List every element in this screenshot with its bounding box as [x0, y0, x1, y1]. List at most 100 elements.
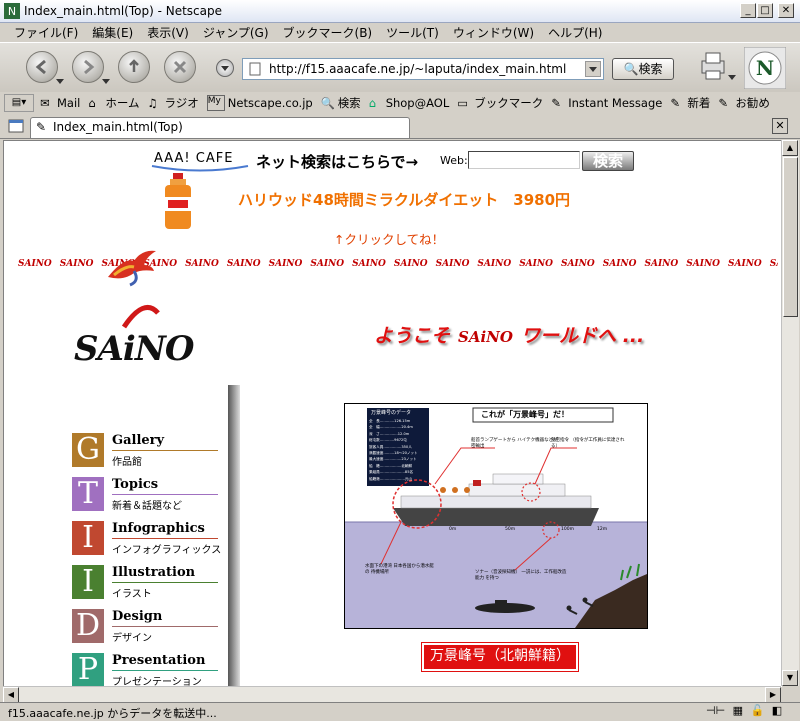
- nav-en-label: Infographics: [112, 521, 205, 536]
- pt-instant-message[interactable]: ✎ Instant Message: [551, 96, 662, 110]
- link-icon: ✎: [551, 96, 561, 110]
- web-label: Web:: [440, 154, 468, 167]
- menu-edit[interactable]: 編集(E): [92, 24, 133, 41]
- reload-icon: [129, 59, 139, 72]
- web-search-input[interactable]: [468, 151, 580, 169]
- stop-button[interactable]: [164, 51, 196, 83]
- saino-banner-word: SAINO: [477, 259, 512, 269]
- pt-netscape[interactable]: My Netscape.co.jp: [206, 95, 313, 111]
- menu-go[interactable]: ジャンプ(G): [203, 24, 269, 41]
- network-icon[interactable]: ▦: [733, 704, 743, 717]
- new-tab-icon[interactable]: [8, 118, 24, 134]
- menu-view[interactable]: 表示(V): [147, 24, 189, 41]
- sidebar-item-design[interactable]: D Design デザイン: [72, 609, 222, 645]
- sidebar-shadow: [228, 385, 240, 687]
- menu-help[interactable]: ヘルプ(H): [548, 24, 602, 41]
- menu-bar: ファイル(F) 編集(E) 表示(V) ジャンプ(G) ブックマーク(B) ツー…: [0, 22, 800, 42]
- pt-shop[interactable]: ⌂ Shop@AOL: [369, 96, 450, 110]
- pt-home[interactable]: ⌂ ホーム: [88, 95, 139, 111]
- menu-file[interactable]: ファイル(F): [14, 24, 78, 41]
- page-content: AAA! CAFE ネット検索はこちらで→ Web: 検索 ハリウッド48時間ミ…: [3, 140, 782, 687]
- menu-tools[interactable]: ツール(T): [386, 24, 439, 41]
- tab-bar: ✎ Index_main.html(Top) ✕: [0, 114, 800, 139]
- saino-logo-text: SAiNO: [74, 329, 195, 369]
- presentation-letter-icon: P: [72, 653, 104, 687]
- security-lock-icon[interactable]: 🔓: [751, 704, 765, 717]
- sidebar-item-infographics[interactable]: I Infographics インフォグラフィックス: [72, 521, 222, 557]
- scroll-down-button[interactable]: ▼: [782, 670, 798, 686]
- saino-banner-word: SAINO: [519, 259, 553, 269]
- menu-window[interactable]: ウィンドウ(W): [453, 24, 534, 41]
- ship-caption-link[interactable]: 万景峰号（北朝鮮籍）: [421, 642, 579, 672]
- web-search-button[interactable]: 検索: [582, 151, 634, 171]
- print-icon[interactable]: [696, 49, 730, 83]
- nav-en-label: Design: [112, 609, 163, 624]
- pt-bookmarks[interactable]: ▭ ブックマーク: [457, 95, 543, 111]
- forward-button[interactable]: [72, 51, 104, 83]
- ship-infographic[interactable]: これが「万景峰号」だ！ 万景峰号のデータ 全 長…………126.15m 全 幅………: [344, 403, 648, 629]
- maximize-button[interactable]: □: [757, 3, 773, 18]
- saino-banner-word: SAINO: [435, 259, 470, 269]
- toolbar-search-button[interactable]: 🔍検索: [612, 58, 674, 80]
- url-bar[interactable]: http://f15.aaacafe.ne.jp/~laputa/index_m…: [242, 58, 604, 80]
- print-dropdown-icon[interactable]: [728, 75, 736, 80]
- status-text: f15.aaacafe.ne.jp からデータを転送中...: [8, 707, 217, 720]
- infographic-callout-2: 秘密指令 （指令が工作員に伝達される）: [551, 438, 625, 449]
- url-text[interactable]: http://f15.aaacafe.ne.jp/~laputa/index_m…: [269, 62, 566, 76]
- scroll-up-button[interactable]: ▲: [782, 140, 798, 156]
- pt-recommend[interactable]: ✎ お勧め: [718, 95, 770, 111]
- sidebar-item-illustration[interactable]: I Illustration イラスト: [72, 565, 222, 601]
- vertical-scrollbar[interactable]: ▲ ▼: [781, 140, 799, 686]
- juice-bottle-image[interactable]: [160, 171, 196, 231]
- horizontal-scrollbar[interactable]: ◀ ▶: [3, 686, 781, 703]
- close-tab-icon[interactable]: ✕: [772, 118, 788, 134]
- forward-dropdown-icon[interactable]: [102, 79, 110, 84]
- bookmark-icon: ▭: [457, 96, 469, 110]
- nav-jp-label: デザイン: [112, 633, 152, 644]
- close-button[interactable]: ✕: [778, 3, 794, 18]
- infographic-callout-3: 水面下の港湾 日本各国から潜水艇の 待機場所: [365, 564, 434, 575]
- sidebar-item-presentation[interactable]: P Presentation プレゼンテーション: [72, 653, 222, 687]
- sidebar-item-topics[interactable]: T Topics 新着＆話題など: [72, 477, 222, 513]
- saino-banner-word: SAINO: [602, 259, 637, 269]
- saino-logo[interactable]: SAiNO: [74, 301, 204, 371]
- nav-jp-label: プレゼンテーション: [112, 677, 202, 687]
- pt-mail[interactable]: ✉ Mail: [40, 96, 80, 110]
- link-toolbar-icon[interactable]: ⊣⊢: [706, 704, 725, 717]
- page-proxy-icon[interactable]: [248, 62, 262, 76]
- welcome-pre: ようこそ: [374, 325, 451, 347]
- welcome-heading: ようこそ SAiNO ワールドへ ...: [374, 321, 644, 348]
- menu-bookmarks[interactable]: ブックマーク(B): [283, 24, 373, 41]
- pt-search[interactable]: 🔍 検索: [321, 95, 361, 111]
- minimize-button[interactable]: _: [740, 3, 756, 18]
- browser-window: N Index_main.html(Top) - Netscape _ □ ✕ …: [0, 0, 800, 721]
- magnifier-icon: 🔍: [623, 62, 639, 76]
- vertical-scroll-thumb[interactable]: [783, 157, 798, 317]
- svg-text:N: N: [8, 5, 16, 18]
- url-dropdown-button[interactable]: [585, 61, 601, 77]
- nav-rule: [112, 450, 218, 451]
- status-bar: f15.aaacafe.ne.jp からデータを転送中... ⊣⊢ ▦ 🔓 ◧: [0, 702, 800, 721]
- netscape-throbber-icon[interactable]: N: [744, 47, 786, 89]
- pt-radio[interactable]: ♫ ラジオ: [148, 95, 199, 111]
- back-button[interactable]: [26, 51, 58, 83]
- sidebar-toggle-icon[interactable]: ◧: [772, 704, 782, 717]
- scroll-right-button[interactable]: ▶: [765, 687, 781, 703]
- scroll-left-button[interactable]: ◀: [3, 687, 19, 703]
- url-history-button[interactable]: [216, 59, 234, 77]
- svg-text:N: N: [756, 56, 774, 80]
- tab-label: Index_main.html(Top): [53, 120, 183, 134]
- link-icon: ✎: [670, 96, 680, 110]
- net-search-prompt: ネット検索はこちらで→: [256, 153, 419, 171]
- link-icon: ✎: [718, 96, 728, 110]
- back-dropdown-icon[interactable]: [56, 79, 64, 84]
- reload-button[interactable]: [118, 51, 150, 83]
- design-letter-icon: D: [72, 609, 104, 643]
- tab-index-main[interactable]: ✎ Index_main.html(Top): [30, 117, 410, 138]
- tab-menu-icon[interactable]: ▤▾: [4, 94, 34, 112]
- sidebar-item-gallery[interactable]: G Gallery 作品館: [72, 433, 222, 469]
- pt-new[interactable]: ✎ 新着: [670, 95, 710, 111]
- tab-link-icon: ✎: [36, 120, 47, 134]
- ad-banner-text[interactable]: ハリウッド48時間ミラクルダイエット 3980円: [238, 189, 570, 210]
- title-bar[interactable]: N Index_main.html(Top) - Netscape _ □ ✕: [0, 0, 800, 23]
